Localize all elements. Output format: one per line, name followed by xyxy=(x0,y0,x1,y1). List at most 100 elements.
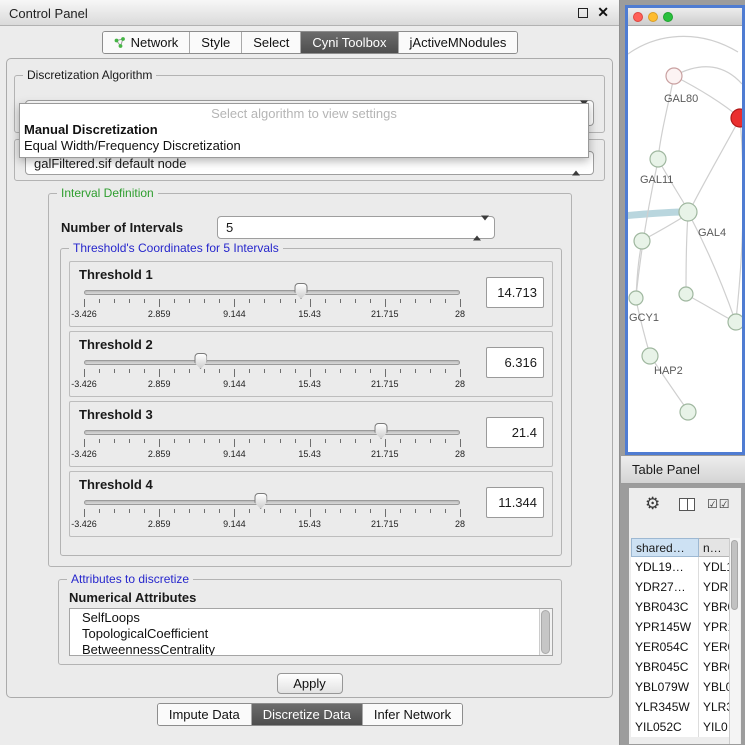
close-icon[interactable]: ✕ xyxy=(597,4,609,21)
tab-select[interactable]: Select xyxy=(242,32,301,53)
slider-thumb[interactable] xyxy=(194,353,207,369)
discretization-algorithm-group: Discretization Algorithm Select algorith… xyxy=(14,75,605,133)
tab-label: Impute Data xyxy=(169,707,240,722)
attributes-scrollbar[interactable] xyxy=(539,609,552,655)
network-node[interactable] xyxy=(629,291,643,305)
tick-label: 21.715 xyxy=(371,519,399,529)
tick-label: 15.43 xyxy=(298,449,321,459)
window-title: Control Panel xyxy=(9,6,88,21)
table-row[interactable]: YLR345WYLR3… xyxy=(631,697,731,717)
network-node[interactable] xyxy=(666,68,682,84)
network-node[interactable] xyxy=(679,287,693,301)
threshold-slider[interactable]: -3.4262.8599.14415.4321.71528 xyxy=(78,280,470,326)
network-edge xyxy=(658,76,674,159)
threshold-row: Threshold 2 -3.4262.8599.14415.4321.7152… xyxy=(69,331,553,397)
threshold-value-field[interactable]: 11.344 xyxy=(486,487,544,518)
network-node[interactable] xyxy=(650,151,666,167)
table-cell: YIL052C xyxy=(631,717,699,737)
gear-icon[interactable]: ⚙ xyxy=(645,494,660,514)
slider-track[interactable] xyxy=(84,500,460,505)
slider-ticks xyxy=(84,509,460,518)
scrollbar-thumb[interactable] xyxy=(541,610,550,654)
scrollbar-thumb[interactable] xyxy=(731,540,738,610)
tab-jactivemnodules[interactable]: jActiveMNodules xyxy=(399,32,518,53)
slider-thumb[interactable] xyxy=(375,423,388,439)
network-edge xyxy=(690,118,740,210)
slider-tick-labels: -3.4262.8599.14415.4321.71528 xyxy=(84,519,460,530)
tick-label: 28 xyxy=(455,519,465,529)
table-panel-toolbar: ⚙ ☑☑ xyxy=(629,488,741,520)
network-node[interactable] xyxy=(679,203,697,221)
table-row[interactable]: YER054CYER0… xyxy=(631,637,731,657)
tab-label: jActiveMNodules xyxy=(410,35,507,50)
column-header[interactable]: shared… xyxy=(631,538,699,557)
slider-thumb[interactable] xyxy=(295,283,308,299)
dropdown-item[interactable]: Manual Discretization xyxy=(20,122,588,138)
tick-label: 21.715 xyxy=(371,309,399,319)
tab-discretize-data[interactable]: Discretize Data xyxy=(252,704,363,725)
number-of-intervals-combobox[interactable]: 5 xyxy=(217,216,495,239)
dropdown-item[interactable]: Equal Width/Frequency Discretization xyxy=(20,138,588,154)
tab-label: Cyni Toolbox xyxy=(312,35,386,50)
tick-label: 28 xyxy=(455,309,465,319)
threshold-value-field[interactable]: 6.316 xyxy=(486,347,544,378)
tab-infer-network[interactable]: Infer Network xyxy=(363,704,462,725)
table-scrollbar[interactable] xyxy=(729,538,740,744)
threshold-value-field[interactable]: 14.713 xyxy=(486,277,544,308)
attribute-list-item[interactable]: TopologicalCoefficient xyxy=(82,626,552,642)
node-label: GAL80 xyxy=(664,93,698,105)
network-node[interactable] xyxy=(728,314,742,330)
mac-close-icon[interactable] xyxy=(633,12,643,22)
tick-label: -3.426 xyxy=(71,519,97,529)
threshold-slider[interactable]: -3.4262.8599.14415.4321.71528 xyxy=(78,490,470,536)
attribute-list-item[interactable]: SelfLoops xyxy=(82,610,552,626)
table-row[interactable]: YBR045CYBR0… xyxy=(631,657,731,677)
slider-thumb[interactable] xyxy=(254,493,267,509)
tab-label: Style xyxy=(201,35,230,50)
node-label: HAP2 xyxy=(654,365,683,377)
dropdown-placeholder-item: Select algorithm to view settings xyxy=(20,105,588,122)
checkboxes-icon[interactable]: ☑☑ xyxy=(707,497,731,511)
threshold-slider[interactable]: -3.4262.8599.14415.4321.71528 xyxy=(78,420,470,466)
tick-label: 2.859 xyxy=(148,379,171,389)
attribute-list-item[interactable]: BetweennessCentrality xyxy=(82,642,552,656)
thresholds-group: Threshold's Coordinates for 5 Intervals … xyxy=(60,248,562,556)
table-row[interactable]: YBL079WYBL0… xyxy=(631,677,731,697)
network-view-window[interactable]: GAL80GAL11GAL4GCY1HAP2 xyxy=(625,5,745,455)
apply-button[interactable]: Apply xyxy=(277,673,343,694)
slider-tick-labels: -3.4262.8599.14415.4321.71528 xyxy=(84,379,460,390)
threshold-value-field[interactable]: 21.4 xyxy=(486,417,544,448)
float-window-icon[interactable] xyxy=(578,8,588,18)
tab-impute-data[interactable]: Impute Data xyxy=(158,704,252,725)
mac-minimize-icon[interactable] xyxy=(648,12,658,22)
slider-track[interactable] xyxy=(84,290,460,295)
network-node[interactable] xyxy=(642,348,658,364)
table-cell: YBL079W xyxy=(631,677,699,697)
attributes-listbox[interactable]: SelfLoopsTopologicalCoefficientBetweenne… xyxy=(69,608,553,656)
table-row[interactable]: YIL052CYIL0… xyxy=(631,717,731,737)
tab-label: Network xyxy=(131,35,179,50)
threshold-slider[interactable]: -3.4262.8599.14415.4321.71528 xyxy=(78,350,470,396)
slider-track[interactable] xyxy=(84,430,460,435)
columns-icon[interactable] xyxy=(679,498,695,511)
table-cell: YDL1… xyxy=(699,557,731,577)
tab-cyni-toolbox[interactable]: Cyni Toolbox xyxy=(301,32,398,53)
slider-track[interactable] xyxy=(84,360,460,365)
table-row[interactable]: YDR27…YDR2… xyxy=(631,577,731,597)
mac-zoom-icon[interactable] xyxy=(663,12,673,22)
network-canvas[interactable]: GAL80GAL11GAL4GCY1HAP2 xyxy=(628,26,742,452)
tab-style[interactable]: Style xyxy=(190,32,242,53)
tick-label: 9.144 xyxy=(223,449,246,459)
table-cell: YBR0… xyxy=(699,597,731,617)
network-node[interactable] xyxy=(680,404,696,420)
network-node[interactable] xyxy=(634,233,650,249)
table-row[interactable]: YDL19…YDL1… xyxy=(631,557,731,577)
tab-network[interactable]: Network xyxy=(103,32,191,53)
column-header[interactable]: n… xyxy=(699,538,731,557)
bottom-tab-bar: Impute Data Discretize DataInfer Network xyxy=(0,703,620,726)
tick-label: -3.426 xyxy=(71,309,97,319)
attributes-group: Attributes to discretize Numerical Attri… xyxy=(58,579,562,665)
table-row[interactable]: YPR145WYPR1… xyxy=(631,617,731,637)
tick-label: 2.859 xyxy=(148,519,171,529)
table-row[interactable]: YBR043CYBR0… xyxy=(631,597,731,617)
